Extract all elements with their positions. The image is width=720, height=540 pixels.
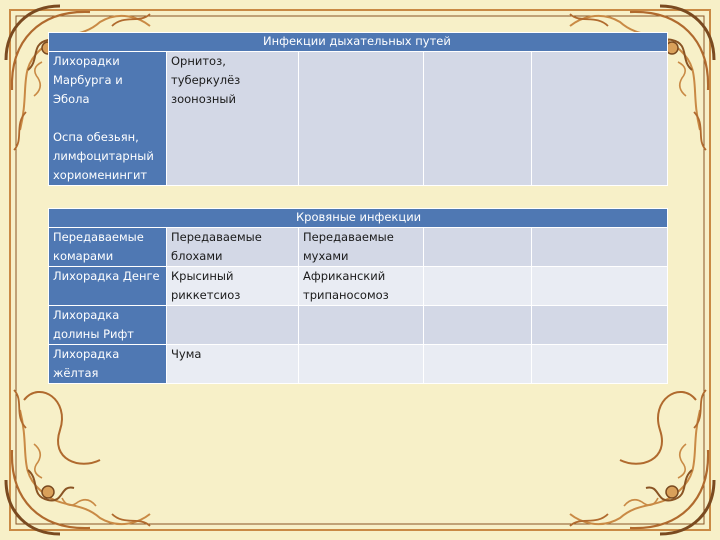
cell-line: трипаносомоз [303,288,389,302]
table-cell: Африканский трипаносомоз [298,266,424,306]
table-cell: Передаваемые мухами [298,227,424,267]
cell-line: долины Рифт [53,327,135,341]
cell-line: лимфоцитарный [53,149,154,163]
cell-line: блохами [171,249,223,263]
table-cell: Передаваемые комарами [48,227,167,267]
cell-line: туберкулёз [171,73,241,87]
cell-line: Лихорадка [53,308,120,322]
cell-line: Марбурга и [53,73,123,87]
cell-line: Крысиный [171,269,234,283]
cell-line: Передаваемые [171,230,262,244]
table-cell: Лихорадка долины Рифт [48,305,167,345]
table-cell [298,305,424,345]
table-header-cell: Инфекции дыхательных путей [47,32,669,52]
table-row: Лихорадка Денге Крысиный риккетсиоз Афри… [48,266,669,306]
table-cell [298,344,424,384]
table-row: Передаваемые комарами Передаваемые блоха… [48,227,669,267]
table-cell [298,51,424,186]
table-row: Лихорадка жёлтая Чума [48,344,669,384]
cell-line: риккетсиоз [171,288,241,302]
table-cell: Лихорадки Марбурга и Эбола Оспа обезьян,… [48,51,167,186]
table-row: Лихорадки Марбурга и Эбола Оспа обезьян,… [48,51,669,186]
table-cell [423,305,532,345]
cell-line: Орнитоз, [171,54,226,68]
respiratory-infections-table: Инфекции дыхательных путей Лихорадки Мар… [47,32,669,186]
cell-line: комарами [53,249,114,263]
cell-line: Эбола [53,92,90,106]
blood-header: Кровяные инфекции [296,210,422,224]
table-cell [530,305,669,345]
cell-line: хориоменингит [53,168,148,182]
cell-line: Передаваемые [303,230,394,244]
table-cell [423,266,532,306]
table-cell [423,227,532,267]
cell-line: мухами [303,249,349,263]
table-cell: Орнитоз, туберкулёз зоонозный [166,51,299,186]
cell-line [53,109,162,128]
cell-line: Лихорадка Денге [53,269,160,283]
cell-line: Лихорадка [53,347,120,361]
cell-line: Оспа обезьян, [53,130,139,144]
cell-line: зоонозный [171,92,236,106]
table-cell: Лихорадка Денге [48,266,167,306]
table-header-row: Кровяные инфекции [47,208,669,228]
table-cell [423,51,532,186]
table-cell [530,227,669,267]
table-cell [530,266,669,306]
blood-infections-table: Кровяные инфекции Передаваемые комарами … [47,208,669,384]
table-cell: Крысиный риккетсиоз [166,266,299,306]
table-cell: Лихорадка жёлтая [48,344,167,384]
cell-line: Лихорадки [53,54,120,68]
respiratory-header: Инфекции дыхательных путей [263,34,451,48]
table-cell: Передаваемые блохами [166,227,299,267]
table-cell [166,305,299,345]
table-cell [423,344,532,384]
table-header-cell: Кровяные инфекции [47,208,669,228]
table-cell [530,344,669,384]
table-cell: Чума [166,344,299,384]
table-cell [530,51,669,186]
cell-line: Африканский [303,269,386,283]
table-row: Лихорадка долины Рифт [48,305,669,345]
cell-line: Передаваемые [53,230,144,244]
cell-line: Чума [171,347,202,361]
cell-line: жёлтая [53,366,99,380]
table-header-row: Инфекции дыхательных путей [47,32,669,52]
